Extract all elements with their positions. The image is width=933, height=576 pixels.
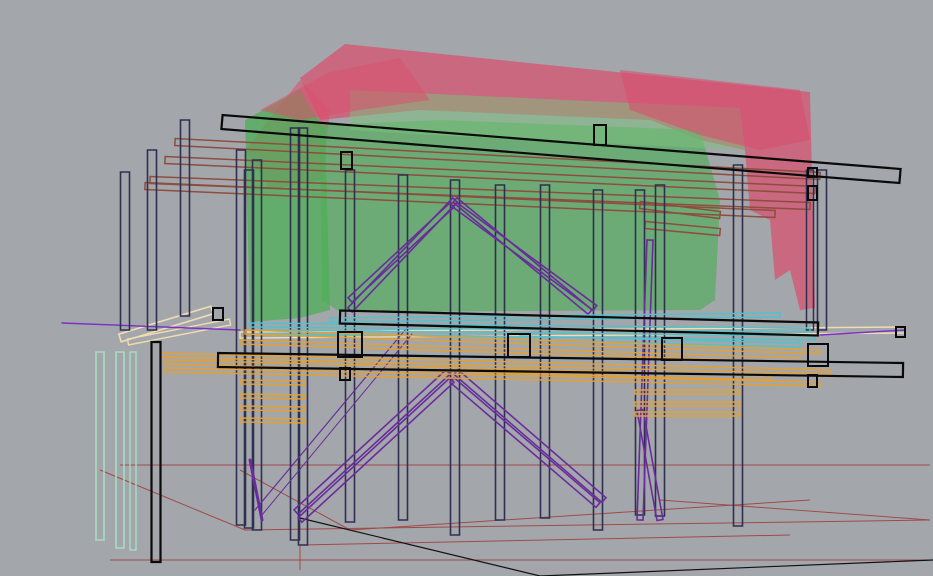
scene-canvas[interactable] (0, 0, 933, 576)
3d-viewport[interactable] (0, 0, 933, 576)
